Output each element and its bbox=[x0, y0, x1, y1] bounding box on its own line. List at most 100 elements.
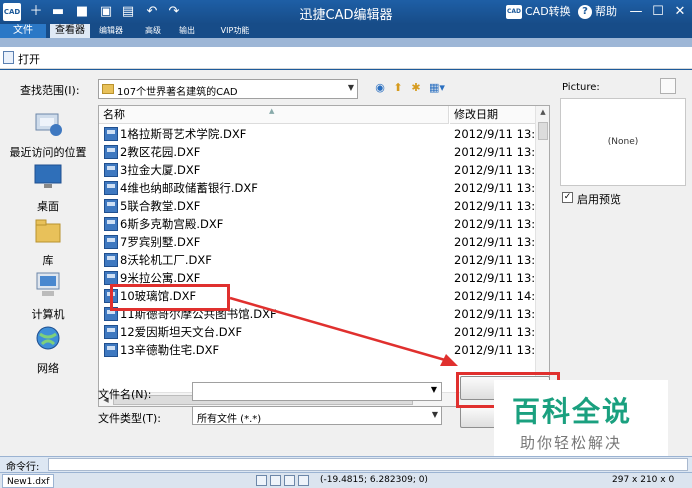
place-recent[interactable]: 最近访问的位置 bbox=[2, 108, 94, 160]
places-bar: 最近访问的位置 桌面 库 计算机 网络 bbox=[2, 100, 94, 410]
dxf-file-icon bbox=[104, 235, 118, 249]
network-icon bbox=[36, 326, 60, 350]
column-header-date[interactable]: 修改日期 bbox=[450, 106, 536, 124]
undo-icon[interactable]: ↶ bbox=[144, 4, 160, 20]
help-label: 帮助 bbox=[595, 5, 617, 18]
vertical-scrollbar[interactable]: ▲ ▼ bbox=[535, 106, 549, 392]
drawing-size: 297 x 210 x 0 bbox=[612, 475, 675, 485]
file-date: 2012/9/11 13:0 bbox=[454, 145, 543, 159]
watermark-main: 百科全说 bbox=[512, 395, 633, 428]
ortho-icon[interactable] bbox=[284, 475, 295, 486]
place-library[interactable]: 库 bbox=[2, 216, 94, 268]
file-name: 7罗宾别墅.DXF bbox=[120, 235, 201, 249]
command-bar: 命令行: bbox=[0, 456, 692, 473]
file-name: 4维也纳邮政储蓄银行.DXF bbox=[120, 181, 258, 195]
dxf-file-icon bbox=[104, 343, 118, 357]
file-date: 2012/9/11 13:4 bbox=[454, 343, 543, 357]
back-icon[interactable]: ◉ bbox=[372, 80, 388, 96]
polar-icon[interactable] bbox=[298, 475, 309, 486]
view-menu-icon[interactable]: ▦▾ bbox=[426, 80, 448, 96]
document-tab[interactable]: New1.dxf bbox=[2, 474, 55, 488]
dxf-file-icon bbox=[104, 271, 118, 285]
file-row[interactable]: 13辛德勒住宅.DXF 2012/9/11 13:4 bbox=[99, 341, 542, 359]
picture-label: Picture: bbox=[562, 82, 600, 93]
open-icon[interactable]: ▬ bbox=[50, 4, 66, 20]
file-row[interactable]: 5联合教堂.DXF 2012/9/11 13:1 bbox=[99, 197, 542, 215]
file-name: 5联合教堂.DXF bbox=[120, 199, 201, 213]
file-date: 2012/9/11 13:4 bbox=[454, 307, 543, 321]
file-name: 2教区花园.DXF bbox=[120, 145, 201, 159]
file-row[interactable]: 7罗宾别墅.DXF 2012/9/11 13:1 bbox=[99, 233, 542, 251]
print-icon[interactable]: ▤ bbox=[120, 4, 136, 20]
file-date: 2012/9/11 13:0 bbox=[454, 127, 543, 141]
file-row[interactable]: 1格拉斯哥艺术学院.DXF 2012/9/11 13:0 bbox=[99, 125, 542, 143]
place-computer[interactable]: 计算机 bbox=[2, 270, 94, 322]
tab-viewer[interactable]: 查看器 bbox=[50, 24, 90, 38]
up-folder-icon[interactable]: ⬆ bbox=[390, 80, 406, 96]
place-label: 库 bbox=[42, 254, 54, 267]
grid-icon[interactable] bbox=[270, 475, 281, 486]
place-label: 计算机 bbox=[31, 308, 65, 321]
dxf-file-icon bbox=[104, 145, 118, 159]
new-folder-icon[interactable]: ✱ bbox=[408, 80, 424, 96]
preview-options-icon[interactable] bbox=[660, 78, 676, 94]
sort-arrow-icon: ▲ bbox=[269, 107, 275, 115]
command-input[interactable] bbox=[48, 458, 688, 471]
file-list[interactable]: ▲ 名称 修改日期 1格拉斯哥艺术学院.DXF 2012/9/11 13:0 2教区花… bbox=[98, 105, 550, 407]
place-desktop[interactable]: 桌面 bbox=[2, 162, 94, 214]
file-row[interactable]: 4维也纳邮政储蓄银行.DXF 2012/9/11 13:1 bbox=[99, 179, 542, 197]
tab-file[interactable]: 文件 bbox=[0, 24, 46, 38]
file-name: 13辛德勒住宅.DXF bbox=[120, 343, 220, 357]
ribbon-tabs: 文件 查看器 编辑器 高级 输出 VIP功能 bbox=[0, 24, 692, 38]
desktop-icon bbox=[34, 164, 62, 188]
file-name: 6斯多克勒宫殿.DXF bbox=[120, 217, 224, 231]
file-date: 2012/9/11 13:1 bbox=[454, 235, 543, 249]
dialog-title: 打开 bbox=[18, 53, 40, 66]
saveas-icon[interactable]: ▣ bbox=[98, 4, 114, 20]
file-date: 2012/9/11 13:1 bbox=[454, 199, 543, 213]
dialog-title-bar: 打开 bbox=[0, 47, 692, 69]
dxf-file-icon bbox=[104, 199, 118, 213]
help-button[interactable]: ? 帮助 bbox=[578, 4, 617, 20]
tab-editor[interactable]: 编辑器 bbox=[94, 24, 128, 38]
tab-vip[interactable]: VIP功能 bbox=[210, 24, 260, 38]
scroll-up-icon[interactable]: ▲ bbox=[536, 108, 549, 116]
file-row[interactable]: 2教区花园.DXF 2012/9/11 13:0 bbox=[99, 143, 542, 161]
vertical-scroll-thumb[interactable] bbox=[538, 122, 548, 140]
help-icon: ? bbox=[578, 5, 592, 19]
enable-preview-checkbox[interactable]: ✓ bbox=[562, 192, 573, 203]
filetype-select[interactable]: 所有文件 (*.*) ▼ bbox=[192, 406, 442, 425]
open-dialog-icon bbox=[3, 51, 14, 64]
file-row[interactable]: 8沃轮机工厂.DXF 2012/9/11 13:1 bbox=[99, 251, 542, 269]
snap-icon[interactable] bbox=[256, 475, 267, 486]
filetype-value: 所有文件 (*.*) bbox=[197, 414, 262, 425]
file-name: 8沃轮机工厂.DXF bbox=[120, 253, 212, 267]
maximize-button[interactable]: ☐ bbox=[648, 2, 668, 22]
place-network[interactable]: 网络 bbox=[2, 324, 94, 376]
folder-icon bbox=[102, 84, 114, 94]
minimize-button[interactable]: — bbox=[626, 2, 646, 22]
file-row[interactable]: 12爱因斯坦天文台.DXF 2012/9/11 13:4 bbox=[99, 323, 542, 341]
cad-convert-button[interactable]: CAD CAD转换 bbox=[506, 4, 571, 20]
filetype-label: 文件类型(T): bbox=[98, 412, 162, 425]
tab-advanced[interactable]: 高级 bbox=[138, 24, 168, 38]
look-in-combo[interactable]: 107个世界著名建筑的CAD ▼ bbox=[98, 79, 358, 99]
chevron-down-icon: ▼ bbox=[431, 410, 438, 419]
redo-icon[interactable]: ↷ bbox=[166, 4, 182, 20]
save-icon[interactable]: ■ bbox=[74, 4, 90, 20]
file-date: 2012/9/11 13:1 bbox=[454, 181, 543, 195]
tab-output[interactable]: 输出 bbox=[172, 24, 202, 38]
dxf-file-icon bbox=[104, 163, 118, 177]
column-header-name[interactable]: ▲ 名称 bbox=[99, 106, 449, 124]
cad-badge-icon: CAD bbox=[506, 5, 522, 19]
status-bar: New1.dxf (-19.4815; 6.282309; 0) 297 x 2… bbox=[0, 472, 692, 488]
place-label: 最近访问的位置 bbox=[9, 146, 87, 159]
close-button[interactable]: ✕ bbox=[670, 2, 690, 22]
dxf-file-icon bbox=[104, 217, 118, 231]
file-date: 2012/9/11 13:0 bbox=[454, 163, 543, 177]
file-row[interactable]: 3拉金大厦.DXF 2012/9/11 13:0 bbox=[99, 161, 542, 179]
file-row[interactable]: 6斯多克勒宫殿.DXF 2012/9/11 13:1 bbox=[99, 215, 542, 233]
new-icon[interactable]: ＋ bbox=[28, 4, 44, 20]
file-date: 2012/9/11 14:5 bbox=[454, 289, 543, 303]
filename-input[interactable]: ▼ bbox=[192, 382, 442, 401]
